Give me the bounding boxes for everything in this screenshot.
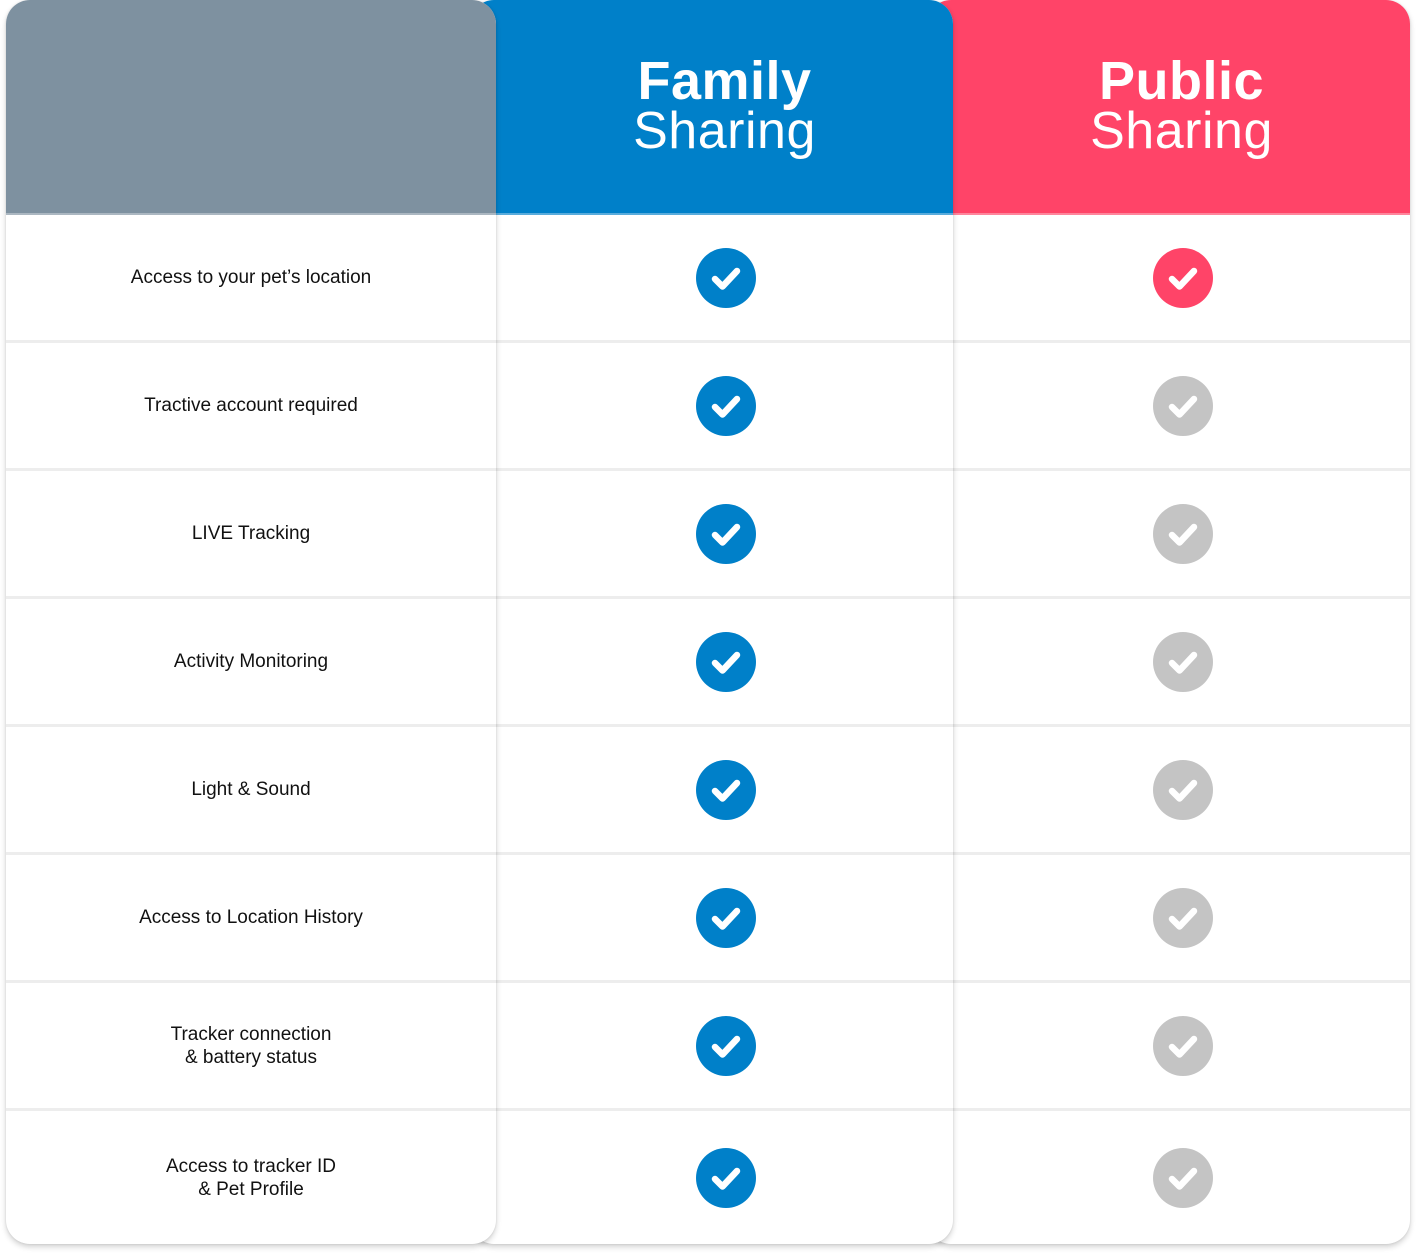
public-sharing-cell: [927, 599, 1410, 727]
family-sharing-cell: [470, 1111, 953, 1244]
family-sharing-cells: [470, 215, 953, 1244]
family-sharing-cell: [470, 215, 953, 343]
public-sharing-title: Public: [1098, 50, 1265, 111]
public-sharing-cell: [927, 727, 1410, 855]
check-circle-icon: [696, 759, 756, 820]
feature-label: Light & Sound: [191, 779, 311, 800]
feature-row: LIVE Tracking: [6, 471, 496, 599]
feature-cells: Access to your pet’s location Tractive ac…: [6, 215, 496, 1244]
check-circle-icon: [1153, 1015, 1213, 1076]
feature-row: Tracker connection & battery status: [6, 983, 496, 1111]
check-circle-icon: [1153, 887, 1213, 948]
family-sharing-cell: [470, 983, 953, 1111]
feature-label: Activity Monitoring: [173, 651, 329, 672]
public-sharing-column: Public Sharing: [927, 0, 1410, 1244]
check-circle-icon: [1153, 247, 1213, 308]
family-sharing-cell: [470, 727, 953, 855]
feature-column: Access to your pet’s location Tractive ac…: [6, 0, 496, 1244]
feature-label: Tracker connection & battery status: [170, 1023, 332, 1068]
public-sharing-cell: [927, 983, 1410, 1111]
family-sharing-title: Family: [637, 50, 812, 111]
public-sharing-header: Public Sharing: [927, 0, 1410, 215]
feature-label: LIVE Tracking: [191, 523, 311, 544]
family-sharing-cell: [470, 855, 953, 983]
feature-label: Tractive account required: [144, 395, 358, 416]
family-sharing-column: Family Sharing: [470, 0, 953, 1244]
feature-row: Tractive account required: [6, 343, 496, 471]
feature-row: Access to tracker ID & Pet Profile: [6, 1111, 496, 1244]
family-sharing-cell: [470, 599, 953, 727]
public-sharing-cell: [927, 343, 1410, 471]
family-sharing-cell: [470, 343, 953, 471]
public-sharing-cell: [927, 471, 1410, 599]
check-circle-icon: [1153, 631, 1213, 692]
feature-label: Access to Location History: [139, 907, 363, 928]
feature-row: Activity Monitoring: [6, 599, 496, 727]
feature-label: Access to your pet’s location: [130, 267, 372, 288]
feature-row: Light & Sound: [6, 727, 496, 855]
check-circle-icon: [696, 375, 756, 436]
feature-label: Access to tracker ID & Pet Profile: [166, 1155, 336, 1200]
family-sharing-header: Family Sharing: [470, 0, 953, 215]
feature-row: Access to your pet’s location: [6, 215, 496, 343]
check-circle-icon: [696, 247, 756, 308]
family-sharing-cell: [470, 471, 953, 599]
check-circle-icon: [696, 887, 756, 948]
family-sharing-subtitle: Sharing: [633, 101, 816, 160]
check-circle-icon: [696, 1147, 756, 1208]
public-sharing-cell: [927, 1111, 1410, 1244]
check-circle-icon: [696, 1015, 756, 1076]
check-circle-icon: [696, 631, 756, 692]
public-sharing-subtitle: Sharing: [1090, 101, 1273, 160]
check-circle-icon: [1153, 1147, 1213, 1208]
check-circle-icon: [696, 503, 756, 564]
public-sharing-cell: [927, 215, 1410, 343]
check-circle-icon: [1153, 503, 1213, 564]
public-sharing-cell: [927, 855, 1410, 983]
feature-header: [6, 0, 496, 215]
check-circle-icon: [1153, 759, 1213, 820]
public-sharing-cells: [927, 215, 1410, 1244]
check-circle-icon: [1153, 375, 1213, 436]
feature-row: Access to Location History: [6, 855, 496, 983]
